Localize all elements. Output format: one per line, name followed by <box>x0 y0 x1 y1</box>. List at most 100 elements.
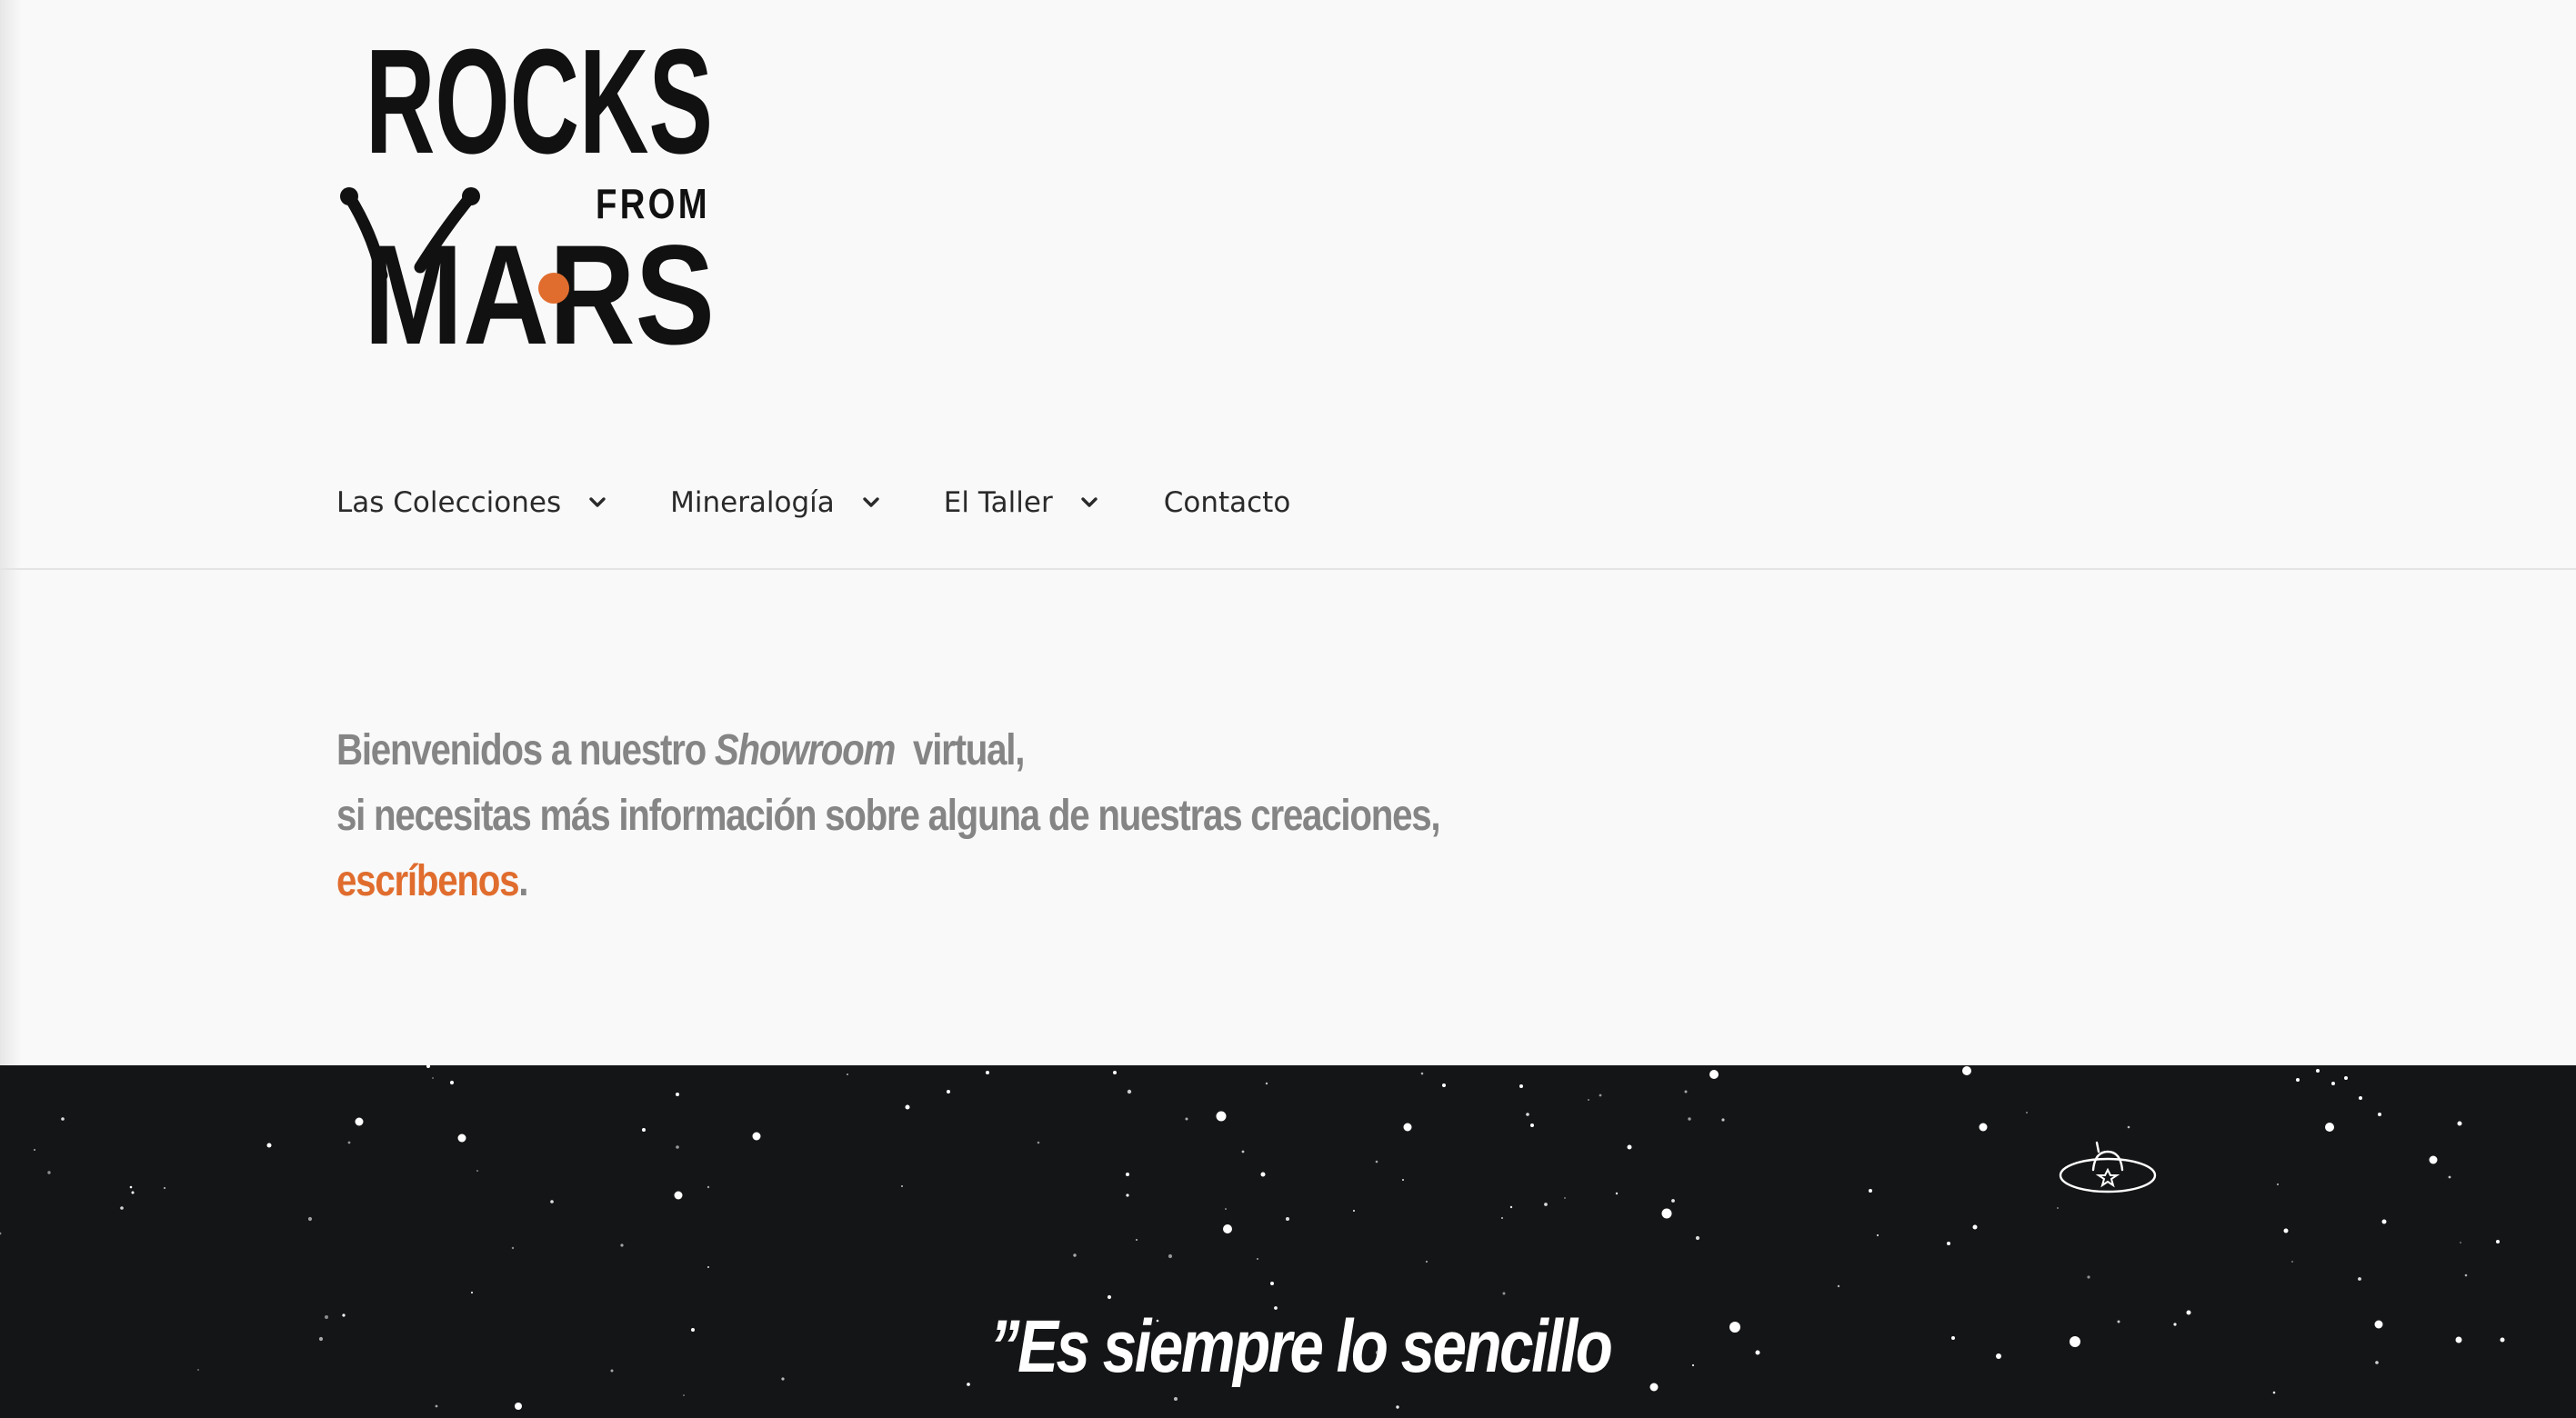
star <box>511 1246 515 1250</box>
star <box>1588 1099 1589 1101</box>
star <box>2296 1078 2300 1082</box>
star <box>1073 1253 1077 1257</box>
star <box>967 1383 970 1386</box>
star <box>129 1185 133 1189</box>
contact-link[interactable]: escríbenos <box>336 857 520 905</box>
star <box>0 1232 2 1235</box>
star <box>947 1090 950 1093</box>
star <box>457 1133 466 1143</box>
star <box>307 1216 313 1222</box>
star <box>1442 1083 1446 1087</box>
chevron-down-icon <box>1081 497 1098 507</box>
site-logo[interactable]: ROCKS FROM MARS <box>336 16 746 362</box>
star <box>449 1080 455 1085</box>
star <box>781 1377 785 1381</box>
star <box>1671 1199 1675 1203</box>
star <box>752 1132 761 1141</box>
star <box>1396 1405 1399 1409</box>
star <box>2448 1175 2451 1179</box>
star <box>197 1369 199 1371</box>
star <box>2375 1361 2379 1364</box>
welcome-text: Bienvenidos a nuestro <box>336 726 715 774</box>
nav-item-mineralogia[interactable]: Mineralogía <box>670 486 880 519</box>
star <box>1174 1397 1178 1401</box>
star <box>1755 1350 1760 1355</box>
star <box>1501 1217 1503 1219</box>
star <box>1869 1189 1872 1193</box>
star <box>266 1143 272 1148</box>
nav-item-el-taller[interactable]: El Taller <box>944 486 1098 519</box>
star <box>1353 1210 1355 1212</box>
star <box>1695 1235 1700 1241</box>
star <box>1972 1224 1978 1230</box>
star <box>610 1369 614 1373</box>
star <box>1649 1383 1659 1392</box>
star <box>1509 1205 1513 1209</box>
star <box>61 1117 65 1121</box>
star <box>318 1336 324 1342</box>
star <box>2378 1113 2381 1116</box>
star <box>120 1206 124 1210</box>
welcome-text: virtual, <box>895 726 1025 774</box>
star <box>1627 1144 1632 1150</box>
star <box>2381 1219 2387 1224</box>
star <box>1126 1193 1129 1197</box>
star <box>2500 1337 2505 1343</box>
star <box>2325 1123 2334 1132</box>
ufo-icon <box>2059 1141 2157 1193</box>
star <box>435 1404 438 1408</box>
star <box>847 1073 848 1075</box>
nav-item-las-colecciones[interactable]: Las Colecciones <box>336 486 606 519</box>
star <box>1168 1253 1173 1259</box>
star <box>2276 1183 2280 1186</box>
star <box>1265 1082 1268 1085</box>
star <box>1185 1117 1188 1121</box>
star <box>1402 1179 1404 1181</box>
star <box>2359 1096 2362 1100</box>
welcome-message: Bienvenidos a nuestro Showroom virtual, … <box>336 718 1441 914</box>
star <box>1403 1123 1412 1132</box>
star <box>2173 1323 2177 1326</box>
star <box>1420 1072 1424 1075</box>
star <box>355 1117 364 1126</box>
star <box>905 1104 910 1110</box>
star <box>2087 1275 2090 1279</box>
star <box>2026 1112 2028 1113</box>
star <box>986 1071 989 1074</box>
star <box>515 1403 522 1410</box>
star <box>1241 1150 1245 1153</box>
nav-item-label: El Taller <box>943 486 1053 519</box>
star <box>1107 1294 1112 1300</box>
star <box>550 1200 554 1203</box>
star <box>1996 1353 2001 1359</box>
star <box>2272 1391 2276 1394</box>
star <box>2457 1121 2462 1126</box>
star <box>2344 1076 2348 1080</box>
star <box>1375 1160 1378 1163</box>
star <box>1691 1363 1695 1367</box>
star <box>1502 1292 1506 1295</box>
star <box>1037 1141 1040 1144</box>
star <box>1127 1089 1132 1094</box>
nav-item-contacto[interactable]: Contacto <box>1164 486 1291 519</box>
star <box>707 1185 710 1189</box>
star <box>2057 1207 2059 1209</box>
star <box>1260 1172 1266 1177</box>
star <box>691 1328 695 1332</box>
star <box>2496 1240 2500 1243</box>
star <box>1688 1117 1691 1121</box>
star <box>1721 1118 1725 1122</box>
star <box>342 1313 346 1317</box>
star <box>683 1394 685 1396</box>
star <box>901 1185 903 1187</box>
star <box>1286 1217 1289 1221</box>
star <box>1544 1203 1548 1206</box>
star <box>131 1191 135 1194</box>
star <box>676 1145 679 1149</box>
star <box>620 1243 624 1247</box>
star <box>1216 1111 1227 1122</box>
star <box>2186 1310 2191 1315</box>
chevron-down-icon <box>863 497 879 507</box>
main-navigation: Las Colecciones Mineralogía El Taller Co… <box>336 482 1290 524</box>
star <box>2283 1228 2289 1233</box>
